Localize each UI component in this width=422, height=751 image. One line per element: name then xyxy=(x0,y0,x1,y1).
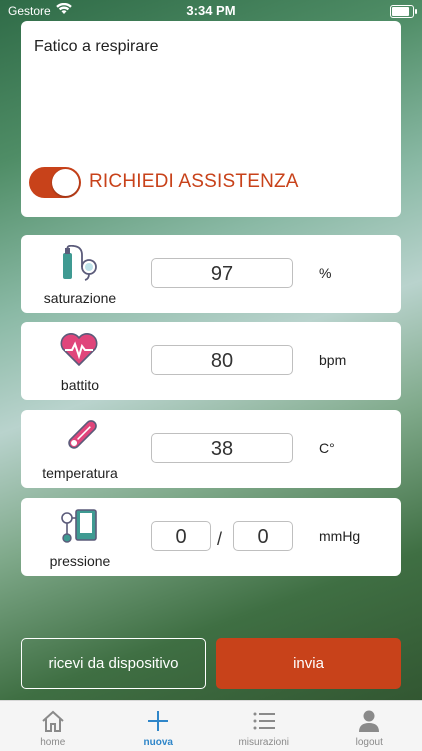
temperature-unit: C° xyxy=(319,440,335,456)
saturation-card: saturazione 97 % xyxy=(21,235,401,313)
blood-pressure-icon xyxy=(58,508,100,544)
saturation-label: saturazione xyxy=(21,290,139,306)
heart-rate-unit: bpm xyxy=(319,352,346,368)
tab-new[interactable]: nuova xyxy=(106,701,212,751)
tab-measurements-label: misurazioni xyxy=(211,737,317,748)
temperature-label: temperatura xyxy=(21,465,139,481)
receive-from-device-button[interactable]: ricevi da dispositivo xyxy=(21,638,206,689)
toggle-knob xyxy=(52,169,79,196)
symptom-card: Fatico a respirare RICHIEDI ASSISTENZA xyxy=(21,21,401,217)
assistance-label: RICHIEDI ASSISTENZA xyxy=(89,171,299,193)
pressure-separator: / xyxy=(217,529,222,550)
list-icon xyxy=(251,709,277,733)
symptom-text-field[interactable]: Fatico a respirare xyxy=(34,38,159,56)
saturation-input[interactable]: 97 xyxy=(151,258,293,288)
tab-measurements[interactable]: misurazioni xyxy=(211,701,317,751)
blood-pressure-unit: mmHg xyxy=(319,528,360,544)
tab-home-label: home xyxy=(0,737,106,748)
systolic-input[interactable]: 0 xyxy=(151,521,211,551)
plus-icon xyxy=(145,709,171,733)
tab-home[interactable]: home xyxy=(0,701,106,751)
thermometer-icon xyxy=(58,420,100,456)
heart-rate-card: battito 80 bpm xyxy=(21,322,401,400)
clock: 3:34 PM xyxy=(0,3,422,18)
user-icon xyxy=(356,709,382,733)
tab-logout-label: logout xyxy=(317,737,422,748)
tab-new-label: nuova xyxy=(106,737,212,748)
heart-rate-label: battito xyxy=(21,377,139,393)
heart-rate-icon xyxy=(58,332,100,368)
blood-pressure-card: pressione 0 / 0 mmHg xyxy=(21,498,401,576)
temperature-card: temperatura 38 C° xyxy=(21,410,401,488)
home-icon xyxy=(40,709,66,733)
status-bar: Gestore 3:34 PM xyxy=(0,0,422,22)
battery-icon xyxy=(390,5,414,18)
oxygen-icon xyxy=(58,245,100,281)
tab-bar: home nuova misurazioni logout xyxy=(0,700,422,751)
heart-rate-input[interactable]: 80 xyxy=(151,345,293,375)
saturation-unit: % xyxy=(319,265,331,281)
tab-logout[interactable]: logout xyxy=(317,701,422,751)
diastolic-input[interactable]: 0 xyxy=(233,521,293,551)
send-button[interactable]: invia xyxy=(216,638,401,689)
assistance-toggle[interactable] xyxy=(29,167,81,198)
blood-pressure-label: pressione xyxy=(21,553,139,569)
temperature-input[interactable]: 38 xyxy=(151,433,293,463)
